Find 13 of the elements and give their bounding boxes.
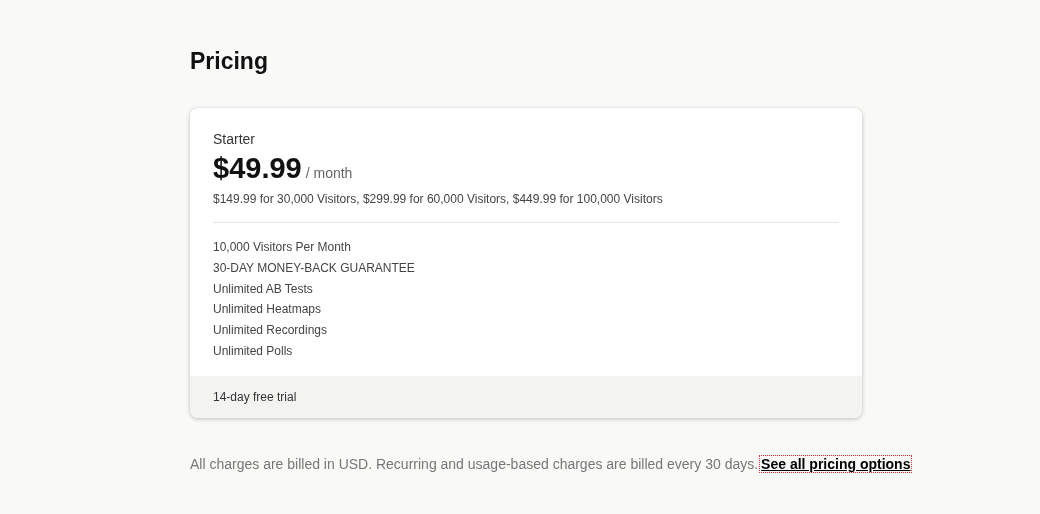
feature-item: 10,000 Visitors Per Month: [213, 239, 352, 256]
trial-footer: 14-day free trial: [190, 375, 862, 418]
feature-item: Unlimited Recordings: [213, 322, 329, 340]
plan-name: Starter: [213, 130, 256, 148]
feature-item: Unlimited AB Tests: [213, 280, 314, 298]
feature-item: 30-DAY MONEY-BACK GUARANTEE: [213, 259, 416, 277]
feature-item: Unlimited Polls: [213, 343, 294, 360]
feature-item: Unlimited Heatmaps: [213, 301, 323, 319]
page-heading: Pricing: [190, 47, 269, 76]
price-period: / month: [305, 165, 353, 181]
plan-price: $49.99: [213, 151, 302, 186]
pricing-options-link[interactable]: See all pricing options: [760, 455, 912, 472]
tier-prices: $149.99 for 30,000 Visitors, $299.99 for 60,000 Visitors, $449.99 for 100,000 Visitors: [213, 191, 664, 208]
